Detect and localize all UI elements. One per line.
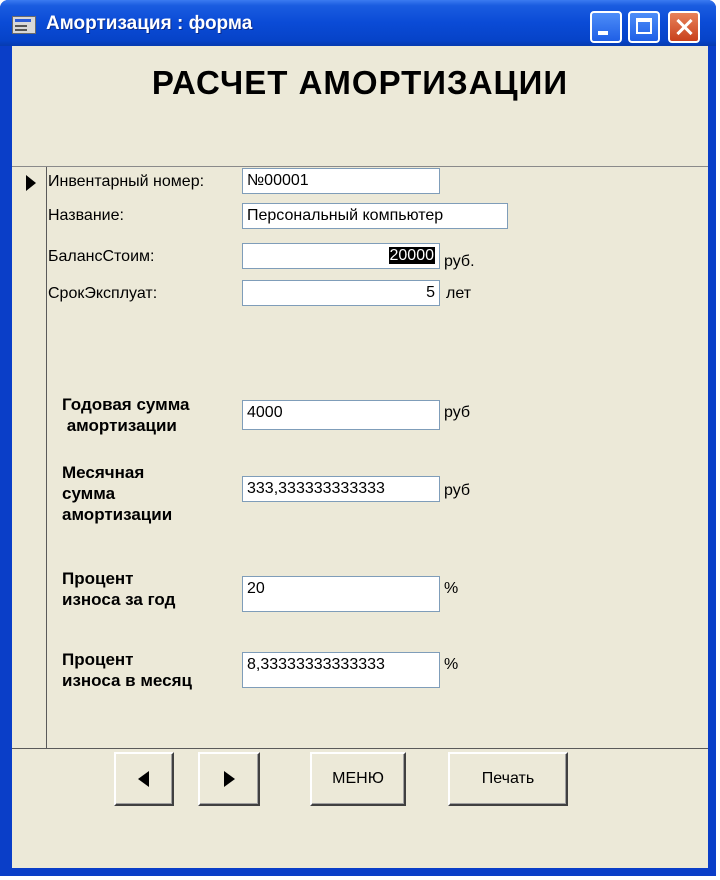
- title-bar[interactable]: Амортизация : форма: [0, 0, 716, 46]
- wear-per-year-unit: %: [444, 580, 459, 597]
- wear-per-month-field[interactable]: 8,33333333333333: [242, 652, 440, 688]
- annual-amortization-unit: руб: [444, 404, 471, 421]
- term-field[interactable]: 5: [242, 280, 440, 306]
- record-selector[interactable]: [12, 167, 47, 749]
- wear-per-year-field[interactable]: 20: [242, 576, 440, 612]
- print-button[interactable]: Печать: [448, 752, 568, 806]
- name-label: Название:: [48, 207, 124, 224]
- record-pointer-icon: [26, 175, 36, 191]
- term-unit: лет: [446, 285, 472, 302]
- maximize-button[interactable]: [628, 11, 660, 43]
- inventory-number-label: Инвентарный номер:: [48, 173, 205, 190]
- access-form-window: Амортизация : форма РАСЧЕТ АМОРТИЗАЦИИ И…: [0, 0, 716, 876]
- form-header: РАСЧЕТ АМОРТИЗАЦИИ: [12, 46, 708, 167]
- form-app-icon[interactable]: [12, 16, 36, 34]
- close-button[interactable]: [668, 11, 700, 43]
- monthly-amortization-field[interactable]: 333,333333333333: [242, 476, 440, 502]
- inventory-number-field[interactable]: №00001: [242, 168, 440, 194]
- monthly-label-line3: амортизации: [62, 505, 173, 524]
- menu-button[interactable]: МЕНЮ: [310, 752, 406, 806]
- triangle-right-icon: [224, 771, 235, 787]
- wear-per-year-label: Процент износа за год: [62, 568, 175, 610]
- window-title: Амортизация : форма: [46, 13, 253, 34]
- monthly-amortization-unit: руб: [444, 482, 471, 499]
- balance-cost-unit: руб.: [444, 253, 475, 270]
- annual-label-line1: Годовая сумма: [62, 395, 190, 414]
- wear-month-label-line1: Процент: [62, 650, 134, 669]
- next-record-button[interactable]: [198, 752, 260, 806]
- monthly-amortization-label: Месячная сумма амортизации: [62, 462, 172, 525]
- balance-cost-value: 20000: [388, 247, 435, 264]
- annual-amortization-field[interactable]: 4000: [242, 400, 440, 430]
- monthly-label-line2: сумма: [62, 484, 116, 503]
- name-field[interactable]: Персональный компьютер: [242, 203, 508, 229]
- term-label: СрокЭксплуат:: [48, 285, 158, 302]
- annual-amortization-label: Годовая сумма амортизации: [62, 394, 190, 436]
- monthly-label-line1: Месячная: [62, 463, 145, 482]
- minimize-button[interactable]: [590, 11, 622, 43]
- wear-per-month-label: Процент износа в месяц: [62, 649, 192, 691]
- wear-year-label-line2: износа за год: [62, 590, 176, 609]
- annual-label-line2: амортизации: [62, 416, 177, 435]
- wear-month-label-line2: износа в месяц: [62, 671, 192, 690]
- form-client-area: РАСЧЕТ АМОРТИЗАЦИИ Инвентарный номер: №0…: [12, 46, 708, 868]
- wear-year-label-line1: Процент: [62, 569, 134, 588]
- triangle-left-icon: [138, 771, 149, 787]
- wear-per-month-unit: %: [444, 656, 459, 673]
- form-title: РАСЧЕТ АМОРТИЗАЦИИ: [151, 64, 569, 101]
- previous-record-button[interactable]: [114, 752, 174, 806]
- balance-cost-label: БалансСтоим:: [48, 248, 155, 265]
- form-footer-divider: [12, 748, 708, 749]
- balance-cost-field[interactable]: 20000: [242, 243, 440, 269]
